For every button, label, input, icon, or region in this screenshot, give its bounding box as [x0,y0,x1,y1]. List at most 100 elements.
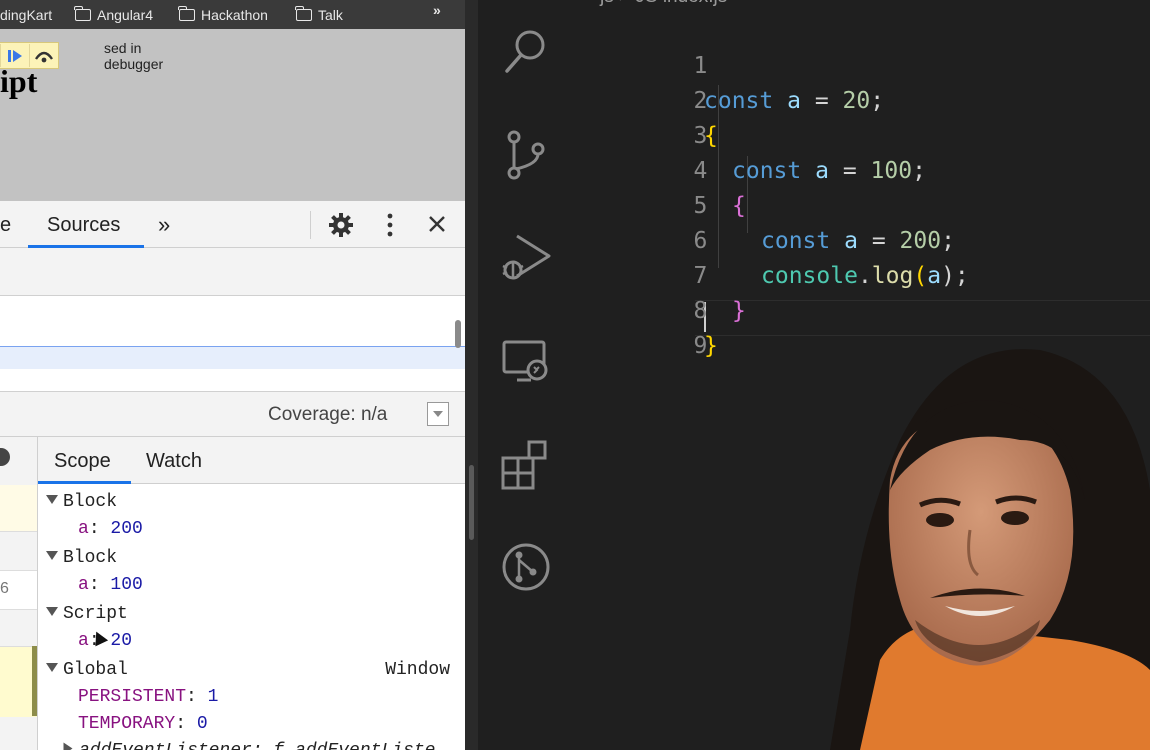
call-stack-frame[interactable] [0,485,37,532]
run-debug-icon[interactable] [499,230,553,284]
code-line: 6 console.log(a); [600,189,969,289]
variable-name: TEMPORARY [78,714,176,734]
scope-panel: Block a: 200 Block a: 100 Script a: 20 G… [38,484,465,750]
source-editor[interactable] [0,296,465,346]
bookmark-codingkart[interactable]: dingKart [0,0,52,29]
tab-sources[interactable]: Sources [47,214,120,237]
coverage-status-bar: Coverage: n/a [0,392,465,437]
paused-line-highlight [0,346,465,370]
scope-section-title: Script [63,604,128,624]
page-viewport: sed in debugger ipt [0,29,465,201]
pane-resize-handle[interactable] [32,646,37,716]
tab-watch[interactable]: Watch [146,450,202,473]
devtools-tab-bar: e Sources » [0,201,465,248]
scope-section-title: Block [63,548,118,568]
editor-scrollbar[interactable] [455,320,461,348]
bookmarks-bar: dingKart Angular4 Hackathon Talk » [0,0,465,29]
scope-section-global[interactable]: Global Window [46,657,458,683]
more-options-icon[interactable] [386,212,394,238]
code-line: 5 const a = 200; [600,154,955,254]
line-number: 9 [693,333,708,359]
page-title: ipt [0,63,38,99]
remote-explorer-icon[interactable] [499,336,553,390]
variable-name: a [78,519,89,539]
line-number-fragment: 6 [0,580,9,597]
global-object-type: Window [385,660,450,680]
paused-text: sed in debugger [104,39,164,72]
line-number: 2 [693,88,708,114]
scope-section-block[interactable]: Block [46,545,117,571]
line-number: 7 [693,263,708,289]
scope-watch-tabs: Scope Watch [38,437,465,484]
line-number: 5 [693,193,708,219]
variable-value: 100 [110,575,143,595]
variable-name: a [78,575,89,595]
more-tabs-button[interactable]: » [158,212,170,238]
bookmark-label: Hackathon [201,6,268,23]
expand-triangle-icon [46,495,58,504]
source-control-icon[interactable] [499,128,553,182]
variable-value: 1 [207,687,219,707]
source-editor-line [0,369,465,392]
scope-variable[interactable]: a: 100 [78,572,143,598]
step-over-icon [35,51,53,62]
line-number: 6 [693,228,708,254]
coverage-text: Coverage: n/a [268,404,388,425]
scope-section-title: Global [63,660,128,680]
scope-variable[interactable]: a: 200 [78,516,143,542]
folder-icon [295,5,312,21]
scope-variable[interactable]: TEMPORARY: 0 [78,711,208,737]
extensions-icon[interactable] [499,438,553,492]
coverage-toggle-icon[interactable] [427,402,449,426]
variable-text: addEventListener: f addEventListe [79,741,435,750]
folder-icon [74,5,91,21]
scope-section-block[interactable]: Block [46,489,117,515]
variable-value: 20 [110,631,133,651]
variable-name: a [78,631,89,651]
search-icon[interactable] [499,24,553,78]
pause-on-exceptions-icon[interactable] [0,448,10,466]
line-number: 3 [693,123,708,149]
git-graph-icon[interactable] [499,540,553,594]
line-number: 8 [693,298,708,324]
bookmark-angular4[interactable]: Angular4 [74,0,154,29]
code-line: 9 [600,294,708,359]
toolbar-divider [310,211,311,239]
window-divider [465,0,478,750]
breadcrumb[interactable]: js > JS index.js [600,0,727,8]
code-line: 2 { [600,49,718,149]
presenter-webcam [830,349,1150,750]
bookmarks-overflow-button[interactable]: » [433,2,441,18]
code-line: 8 } [600,259,718,359]
code-line: 3 const a = 100; [600,84,926,184]
bookmark-hackathon[interactable]: Hackathon [178,0,268,29]
resume-icon [8,49,22,62]
code-line: 4 { [600,119,746,219]
variable-value: 200 [110,519,143,539]
gear-icon[interactable] [328,212,354,238]
code-line: 1 const a = 20; [600,14,885,114]
bookmark-label: Angular4 [97,6,154,23]
close-icon[interactable] [428,215,446,233]
line-number: 4 [693,158,708,184]
debugger-left-pane: 6 [0,437,38,750]
expand-triangle-icon [46,663,58,672]
scope-variable[interactable]: PERSISTENT: 1 [78,684,218,710]
tab-scope[interactable]: Scope [54,450,111,473]
collapse-triangle-icon [63,742,73,750]
scope-variable-cutoff[interactable]: addEventListener: f addEventListe [62,738,435,750]
breakpoint-row[interactable]: 6 [0,570,37,610]
sources-toolbar [0,248,465,296]
line-number: 1 [693,53,708,79]
resize-grip[interactable] [469,465,474,540]
code-line: 7 } [600,224,746,324]
folder-icon [178,5,195,21]
bookmark-label: Talk [318,6,343,23]
browser-window: dingKart Angular4 Hackathon Talk » sed i… [0,0,465,750]
variable-value: 0 [196,714,208,734]
tab-console[interactable]: e [0,214,11,237]
expand-triangle-icon [46,551,58,560]
bookmark-talk[interactable]: Talk [295,0,343,29]
scope-section-script[interactable]: Script [46,601,128,627]
bookmark-label: dingKart [0,6,53,23]
